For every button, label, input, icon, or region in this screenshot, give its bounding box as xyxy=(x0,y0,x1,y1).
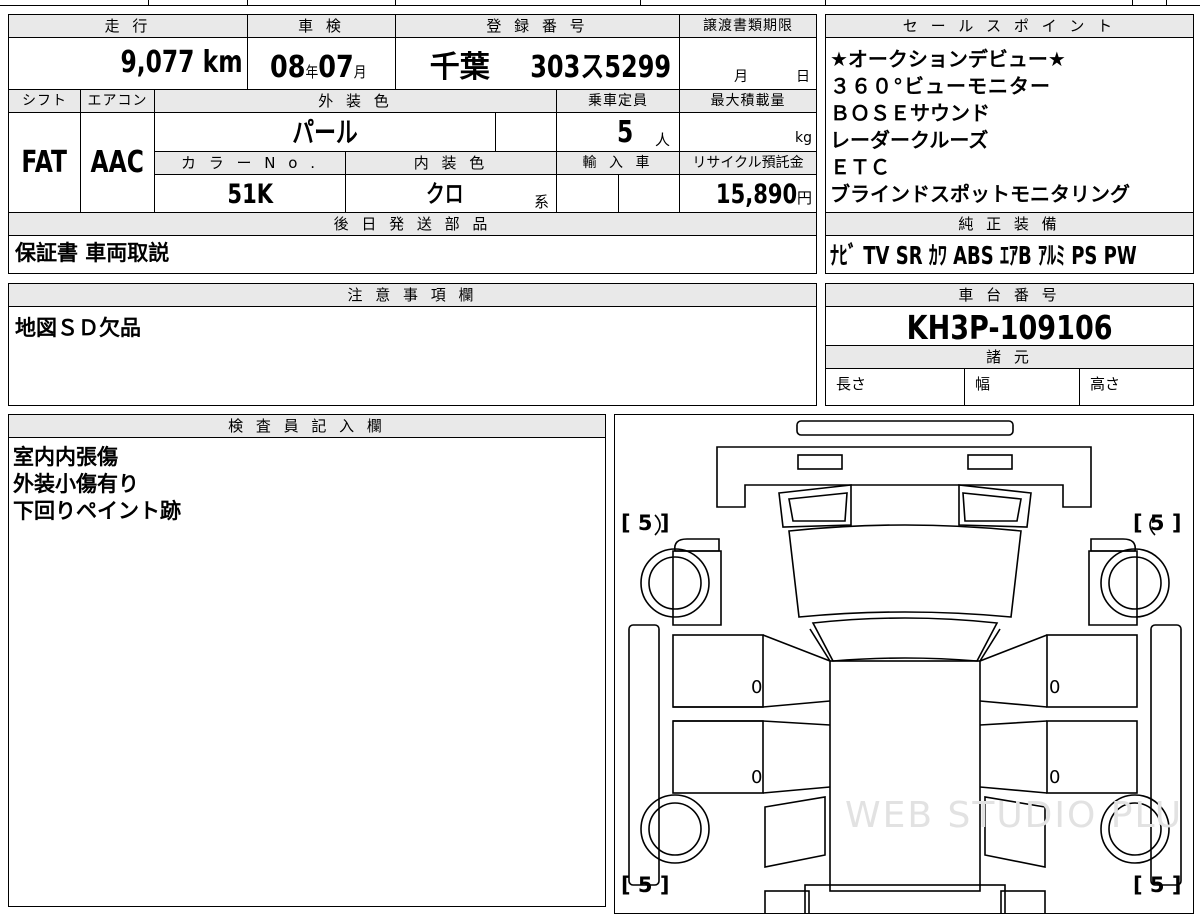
tire-rating-front-right: [ 5 ] xyxy=(1133,511,1182,535)
notes-text: 地図ＳＤ欠品 xyxy=(15,316,141,340)
registration-header: 登 録 番 号 xyxy=(395,14,680,38)
inspector-line: 下回りペイント跡 xyxy=(13,499,181,523)
parts-text: 保証書 車両取説 xyxy=(15,241,170,265)
aircon-cell: AAC xyxy=(80,112,155,213)
sales-point-item: ★オークションデビュー★ xyxy=(830,47,1066,71)
inspection-year: 08 xyxy=(270,50,306,85)
import-cell-a xyxy=(556,174,619,213)
door-mark-rear-right: 0 xyxy=(1049,767,1061,788)
chassis-number: KH3P-109106 xyxy=(906,308,1113,346)
color-no-value: 51K xyxy=(227,179,273,210)
sales-points-cell: ★オークションデビュー★ ３６０°ビューモニター ＢＯＳＥサウンド レーダークル… xyxy=(825,37,1194,213)
door-mark-front-left: 0 xyxy=(751,677,763,698)
car-body-diagram xyxy=(628,420,1182,913)
color-no-header: カ ラ ー N o . xyxy=(154,151,346,175)
mileage-header: 走 行 xyxy=(8,14,248,38)
spec-height-label: 高さ xyxy=(1090,375,1121,393)
deadline-day-unit: 日 xyxy=(796,69,810,85)
chassis-header: 車 台 番 号 xyxy=(825,283,1194,307)
recycle-header: リサイクル預託金 xyxy=(679,151,817,175)
recycle-value: 15,890 xyxy=(715,179,797,210)
door-mark-front-right: 0 xyxy=(1049,677,1061,698)
plate-region: 千葉 xyxy=(429,50,490,85)
chassis-cell: KH3P-109106 xyxy=(825,306,1194,346)
inspection-month: 07 xyxy=(318,50,354,85)
aircon-header: エアコン xyxy=(80,89,155,113)
sales-points-header: セ ー ル ス ポ イ ン ト xyxy=(825,14,1194,38)
year-unit: 年 xyxy=(305,63,319,81)
color-no-cell: 51K xyxy=(154,174,346,213)
shift-value: FAT xyxy=(21,145,68,180)
watermark: WEB STUDIO PLU xyxy=(845,795,1184,836)
mileage-cell: 9,077 km xyxy=(8,37,248,90)
inspector-line: 外装小傷有り xyxy=(13,472,139,496)
inspector-cell: 室内内張傷 外装小傷有り 下回りペイント跡 xyxy=(8,437,606,907)
parts-cell: 保証書 車両取説 xyxy=(8,235,817,274)
standard-equipment-header: 純 正 装 備 xyxy=(825,212,1194,236)
interior-color-header: 内 装 色 xyxy=(345,151,557,175)
standard-equipment-text: ﾅﾋﾞ TV SR ｶﾜ ABS ｴｱB ｱﾙﾐ PS PW xyxy=(830,241,1137,270)
sales-point-item: レーダークルーズ xyxy=(830,128,989,152)
interior-color-cell: クロ 系 xyxy=(345,174,557,213)
door-mark-rear-left: 0 xyxy=(751,767,763,788)
max-load-header: 最大積載量 xyxy=(679,89,817,113)
deadline-month-unit: 月 xyxy=(734,69,748,85)
tire-rating-front-left: [ 5 ] xyxy=(621,511,670,535)
tire-rating-rear-left: [ 5 ] xyxy=(621,873,670,897)
shift-header: シフト xyxy=(8,89,81,113)
specs-header: 諸 元 xyxy=(825,345,1194,369)
tire-rating-rear-right: [ 5 ] xyxy=(1133,873,1182,897)
top-cropped-strip xyxy=(0,0,1200,6)
capacity-cell: 5 人 xyxy=(556,112,680,152)
spec-length-cell: 長さ xyxy=(825,368,965,406)
inspector-line: 室内内張傷 xyxy=(13,445,118,469)
aircon-value: AAC xyxy=(90,145,145,180)
plate-number: 303ス5299 xyxy=(530,50,671,85)
capacity-header: 乗車定員 xyxy=(556,89,680,113)
spec-length-label: 長さ xyxy=(836,375,867,393)
exterior-color-header: 外 装 色 xyxy=(154,89,557,113)
transfer-deadline-header: 譲渡書類期限 xyxy=(679,14,817,38)
notes-header: 注 意 事 項 欄 xyxy=(8,283,817,307)
spec-height-cell: 高さ xyxy=(1079,368,1194,406)
import-header: 輸 入 車 xyxy=(556,151,680,175)
sales-point-item: ＥＴＣ xyxy=(830,155,890,179)
capacity-unit: 人 xyxy=(655,131,671,149)
exterior-color-value: パール xyxy=(292,116,358,149)
month-unit: 月 xyxy=(353,63,367,81)
max-load-cell: kg xyxy=(679,112,817,152)
parts-header: 後 日 発 送 部 品 xyxy=(8,212,817,236)
standard-equipment-cell: ﾅﾋﾞ TV SR ｶﾜ ABS ｴｱB ｱﾙﾐ PS PW xyxy=(825,235,1194,274)
spec-width-cell: 幅 xyxy=(964,368,1080,406)
shift-cell: FAT xyxy=(8,112,81,213)
exterior-color-cell: パール xyxy=(154,112,496,152)
transfer-deadline-cell: 月 日 xyxy=(679,37,817,90)
sales-point-item: ＢＯＳＥサウンド xyxy=(830,101,990,125)
interior-suffix: 系 xyxy=(534,193,550,211)
load-unit: kg xyxy=(795,130,812,146)
mileage-value: 9,077 xyxy=(120,45,195,80)
recycle-cell: 15,890円 xyxy=(679,174,817,213)
inspector-header: 検 査 員 記 入 欄 xyxy=(8,414,606,438)
inspection-header: 車 検 xyxy=(247,14,396,38)
import-cell-b xyxy=(618,174,680,213)
notes-cell: 地図ＳＤ欠品 xyxy=(8,306,817,406)
exterior-color-sub-cell xyxy=(495,112,557,152)
inspection-cell: 08年07月 xyxy=(247,37,396,90)
sales-point-item: ブラインドスポットモニタリング xyxy=(830,182,1130,206)
spec-width-label: 幅 xyxy=(975,375,991,393)
recycle-unit: 円 xyxy=(796,189,812,207)
interior-color-value: クロ xyxy=(426,180,464,208)
registration-cell: 千葉 303ス5299 xyxy=(395,37,680,90)
capacity-value: 5 xyxy=(617,115,634,150)
sales-point-item: ３６０°ビューモニター xyxy=(830,74,1051,98)
mileage-unit: km xyxy=(203,45,243,80)
car-diagram-frame: [ 5 ] [ 5 ] [ 5 ] [ 5 ] 0 0 0 0 WEB STUD… xyxy=(614,414,1194,914)
